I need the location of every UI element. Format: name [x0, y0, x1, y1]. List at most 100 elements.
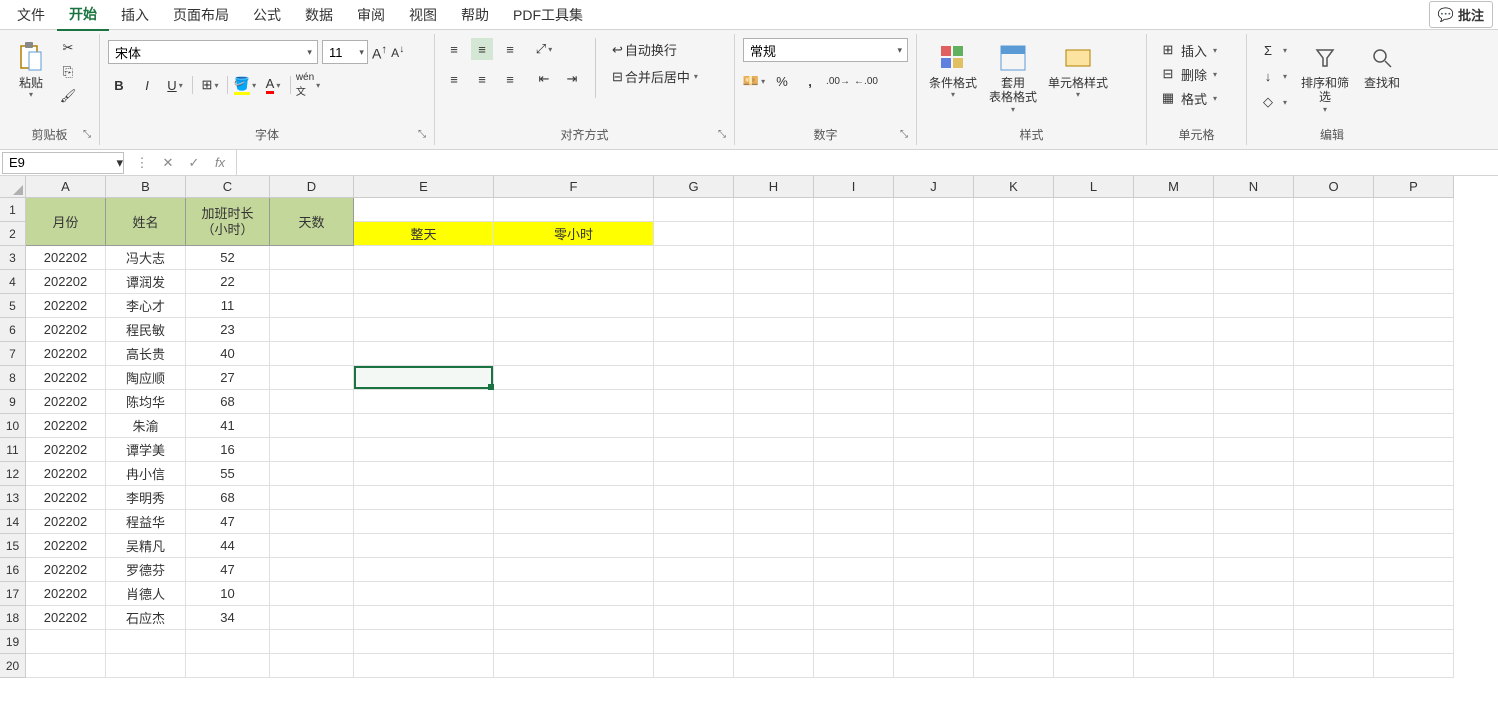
border-button[interactable]: ⊞▾ [199, 74, 221, 96]
cell[interactable] [894, 582, 974, 606]
cell[interactable] [974, 438, 1054, 462]
menu-data[interactable]: 数据 [293, 0, 345, 30]
cell[interactable] [1134, 414, 1214, 438]
cell[interactable] [1294, 318, 1374, 342]
align-left-button[interactable]: ≡ [443, 68, 465, 90]
row-header[interactable]: 2 [0, 222, 26, 246]
cell[interactable] [654, 414, 734, 438]
row-header[interactable]: 4 [0, 270, 26, 294]
cell[interactable] [1214, 246, 1294, 270]
cell[interactable] [894, 318, 974, 342]
column-header[interactable]: N [1214, 176, 1294, 198]
cell[interactable] [974, 390, 1054, 414]
cell[interactable]: 47 [186, 510, 270, 534]
formula-input[interactable] [245, 155, 1490, 170]
cell[interactable] [814, 390, 894, 414]
cell[interactable] [894, 390, 974, 414]
cell[interactable] [1134, 606, 1214, 630]
cell[interactable]: 68 [186, 486, 270, 510]
column-header[interactable]: B [106, 176, 186, 198]
cell[interactable] [734, 654, 814, 678]
cell[interactable] [654, 654, 734, 678]
chevron-down-icon[interactable]: ▾ [116, 155, 123, 171]
chevron-down-icon[interactable]: ▾ [302, 47, 317, 58]
enter-button[interactable]: ✓ [182, 152, 206, 174]
cell[interactable]: 68 [186, 390, 270, 414]
cell[interactable] [734, 510, 814, 534]
cell[interactable]: 202202 [26, 390, 106, 414]
align-right-button[interactable]: ≡ [499, 68, 521, 90]
cell[interactable] [654, 630, 734, 654]
italic-button[interactable]: I [136, 74, 158, 96]
cell[interactable] [354, 654, 494, 678]
cell[interactable]: 55 [186, 462, 270, 486]
row-header[interactable]: 6 [0, 318, 26, 342]
number-launcher[interactable]: ⤡ [900, 129, 912, 141]
percent-button[interactable]: % [771, 70, 793, 92]
cell[interactable] [974, 534, 1054, 558]
cell[interactable] [1294, 270, 1374, 294]
cell[interactable]: 27 [186, 366, 270, 390]
cell[interactable] [814, 582, 894, 606]
cell[interactable]: 202202 [26, 462, 106, 486]
fx-button[interactable]: fx [208, 152, 232, 174]
cell[interactable] [894, 246, 974, 270]
cell[interactable] [1294, 558, 1374, 582]
cell[interactable]: 202202 [26, 270, 106, 294]
cell[interactable] [1054, 582, 1134, 606]
row-header[interactable]: 13 [0, 486, 26, 510]
cell[interactable] [894, 270, 974, 294]
cell[interactable] [1374, 366, 1454, 390]
cell[interactable] [1214, 654, 1294, 678]
cell[interactable] [734, 198, 814, 222]
increase-font-button[interactable]: A↑ [372, 43, 387, 62]
row-header[interactable]: 5 [0, 294, 26, 318]
cell[interactable] [270, 342, 354, 366]
cell-styles-button[interactable]: 单元格样式 ▾ [1045, 38, 1111, 103]
cell[interactable] [1134, 342, 1214, 366]
cell[interactable] [974, 510, 1054, 534]
sort-filter-button[interactable]: 排序和筛选 ▾ [1295, 38, 1355, 118]
cell[interactable]: 44 [186, 534, 270, 558]
find-select-button[interactable]: 查找和 [1359, 38, 1405, 94]
cell[interactable] [1214, 582, 1294, 606]
cell[interactable] [814, 654, 894, 678]
cell[interactable] [494, 366, 654, 390]
menu-pdf[interactable]: PDF工具集 [501, 0, 595, 30]
cell[interactable] [270, 486, 354, 510]
cell[interactable]: 47 [186, 558, 270, 582]
cell[interactable] [814, 462, 894, 486]
cell[interactable]: 冯大志 [106, 246, 186, 270]
row-header[interactable]: 14 [0, 510, 26, 534]
cell[interactable]: 吴精凡 [106, 534, 186, 558]
cell[interactable] [654, 222, 734, 246]
cell[interactable]: 陈均华 [106, 390, 186, 414]
cell[interactable]: 11 [186, 294, 270, 318]
cell[interactable] [654, 294, 734, 318]
underline-button[interactable]: U▾ [164, 74, 186, 96]
cell[interactable] [1054, 558, 1134, 582]
cell[interactable] [974, 198, 1054, 222]
cell[interactable] [1134, 558, 1214, 582]
cell[interactable] [894, 462, 974, 486]
cell[interactable] [494, 486, 654, 510]
column-header[interactable]: O [1294, 176, 1374, 198]
column-header[interactable]: M [1134, 176, 1214, 198]
cell[interactable] [270, 246, 354, 270]
cell[interactable] [1054, 606, 1134, 630]
cell[interactable]: 谭学美 [106, 438, 186, 462]
cell[interactable] [894, 342, 974, 366]
row-header[interactable]: 10 [0, 414, 26, 438]
cell[interactable] [1054, 318, 1134, 342]
cell[interactable] [494, 246, 654, 270]
cell[interactable] [270, 510, 354, 534]
cell[interactable] [894, 294, 974, 318]
align-center-button[interactable]: ≡ [471, 68, 493, 90]
cell[interactable]: 月份 [26, 198, 106, 246]
cell[interactable] [654, 438, 734, 462]
cell[interactable] [1374, 654, 1454, 678]
cell[interactable] [1294, 438, 1374, 462]
cell[interactable]: 朱渝 [106, 414, 186, 438]
select-all-corner[interactable] [0, 176, 26, 198]
cell[interactable] [1054, 342, 1134, 366]
